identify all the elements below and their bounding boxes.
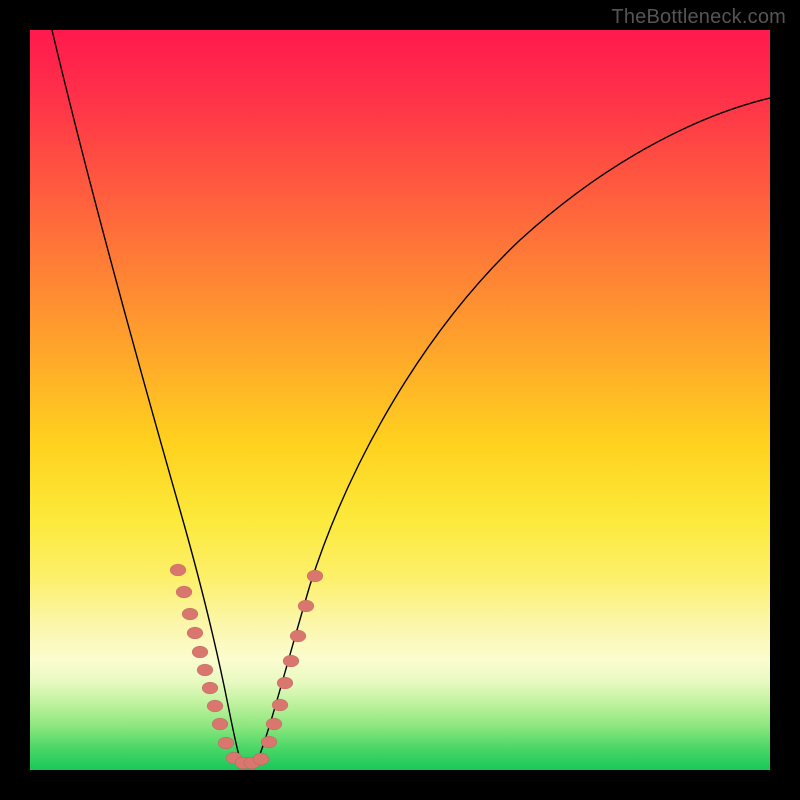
bottleneck-curve-svg	[30, 30, 770, 770]
dots-right	[261, 570, 323, 748]
chart-frame: TheBottleneck.com	[0, 0, 800, 800]
watermark-text: TheBottleneck.com	[611, 6, 786, 29]
plot-area	[30, 30, 770, 770]
dots-bottom	[226, 752, 269, 769]
curve-left	[52, 30, 241, 763]
curve-right	[257, 98, 770, 762]
